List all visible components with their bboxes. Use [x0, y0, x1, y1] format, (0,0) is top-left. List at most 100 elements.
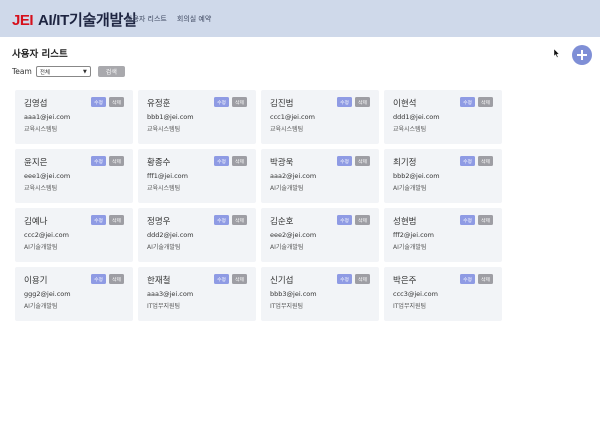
mouse-pointer-icon — [553, 43, 560, 62]
user-email: ccc2@jei.com — [24, 231, 69, 239]
user-team: IT업무지원팀 — [147, 303, 181, 310]
top-navbar: JEI AI/IT기술개발실 사용자 리스트 회의실 예약 — [0, 0, 600, 37]
card-actions: 수정 삭제 — [460, 215, 493, 225]
user-team: AI기술개발팀 — [270, 185, 304, 192]
edit-button[interactable]: 수정 — [460, 215, 475, 225]
user-email: bbb3@jei.com — [270, 290, 317, 298]
user-team: IT업무지원팀 — [393, 303, 427, 310]
user-email: aaa2@jei.com — [270, 172, 317, 180]
card-actions: 수정 삭제 — [91, 215, 124, 225]
delete-button[interactable]: 삭제 — [232, 215, 247, 225]
delete-button[interactable]: 삭제 — [109, 274, 124, 284]
user-team: AI기술개발팀 — [24, 303, 58, 310]
user-email: aaa3@jei.com — [147, 290, 194, 298]
edit-button[interactable]: 수정 — [214, 97, 229, 107]
brand-title: AI/IT기술개발실 — [38, 12, 137, 29]
delete-button[interactable]: 삭제 — [355, 156, 370, 166]
user-card: 정명우 ddd2@jei.com AI기술개발팀 수정 삭제 — [138, 208, 256, 262]
edit-button[interactable]: 수정 — [91, 97, 106, 107]
team-filter-label: Team — [12, 67, 32, 76]
main-nav: 사용자 리스트 회의실 예약 — [126, 14, 211, 24]
user-team: 교육시스템팀 — [24, 126, 58, 133]
delete-button[interactable]: 삭제 — [109, 97, 124, 107]
user-email: ccc3@jei.com — [393, 290, 438, 298]
card-actions: 수정 삭제 — [214, 274, 247, 284]
user-email: aaa1@jei.com — [24, 113, 71, 121]
delete-button[interactable]: 삭제 — [355, 274, 370, 284]
user-team: 교육시스템팀 — [147, 185, 181, 192]
edit-button[interactable]: 수정 — [460, 156, 475, 166]
user-card-grid: 김영섭 aaa1@jei.com 교육시스템팀 수정 삭제 유정훈 bbb1@j… — [15, 90, 502, 321]
page-title: 사용자 리스트 — [12, 49, 68, 60]
card-actions: 수정 삭제 — [337, 97, 370, 107]
user-team: AI기술개발팀 — [393, 185, 427, 192]
delete-button[interactable]: 삭제 — [232, 156, 247, 166]
edit-button[interactable]: 수정 — [91, 274, 106, 284]
delete-button[interactable]: 삭제 — [232, 97, 247, 107]
card-actions: 수정 삭제 — [91, 97, 124, 107]
chevron-down-icon: ▼ — [82, 68, 87, 75]
user-team: AI기술개발팀 — [24, 244, 58, 251]
card-actions: 수정 삭제 — [91, 274, 124, 284]
user-card: 유정훈 bbb1@jei.com 교육시스템팀 수정 삭제 — [138, 90, 256, 144]
team-select-value: 전체 — [39, 69, 50, 76]
user-card: 박광욱 aaa2@jei.com AI기술개발팀 수정 삭제 — [261, 149, 379, 203]
nav-link-meeting-room[interactable]: 회의실 예약 — [177, 14, 211, 24]
delete-button[interactable]: 삭제 — [478, 97, 493, 107]
edit-button[interactable]: 수정 — [91, 156, 106, 166]
user-card: 황종수 fff1@jei.com 교육시스템팀 수정 삭제 — [138, 149, 256, 203]
team-select[interactable]: 전체 ▼ — [35, 66, 91, 77]
user-email: ggg2@jei.com — [24, 290, 71, 298]
user-card: 김영섭 aaa1@jei.com 교육시스템팀 수정 삭제 — [15, 90, 133, 144]
nav-link-user-list[interactable]: 사용자 리스트 — [126, 14, 167, 24]
delete-button[interactable]: 삭제 — [478, 274, 493, 284]
user-team: 교육시스템팀 — [270, 126, 304, 133]
delete-button[interactable]: 삭제 — [478, 156, 493, 166]
user-card: 김순호 eee2@jei.com AI기술개발팀 수정 삭제 — [261, 208, 379, 262]
user-team: AI기술개발팀 — [393, 244, 427, 251]
user-card: 최기정 bbb2@jei.com AI기술개발팀 수정 삭제 — [384, 149, 502, 203]
delete-button[interactable]: 삭제 — [355, 97, 370, 107]
user-team: AI기술개발팀 — [270, 244, 304, 251]
edit-button[interactable]: 수정 — [214, 156, 229, 166]
card-actions: 수정 삭제 — [91, 156, 124, 166]
user-email: fff1@jei.com — [147, 172, 188, 180]
card-actions: 수정 삭제 — [460, 156, 493, 166]
user-card: 김예나 ccc2@jei.com AI기술개발팀 수정 삭제 — [15, 208, 133, 262]
edit-button[interactable]: 수정 — [337, 97, 352, 107]
user-team: 교육시스템팀 — [147, 126, 181, 133]
user-card: 김진범 ccc1@jei.com 교육시스템팀 수정 삭제 — [261, 90, 379, 144]
edit-button[interactable]: 수정 — [337, 215, 352, 225]
plus-icon — [577, 50, 587, 60]
edit-button[interactable]: 수정 — [91, 215, 106, 225]
delete-button[interactable]: 삭제 — [232, 274, 247, 284]
user-card: 이현석 ddd1@jei.com 교육시스템팀 수정 삭제 — [384, 90, 502, 144]
add-user-button[interactable] — [572, 45, 592, 65]
search-button[interactable]: 검색 — [97, 66, 125, 77]
brand-logo: JEI — [12, 12, 34, 29]
user-email: bbb1@jei.com — [147, 113, 194, 121]
edit-button[interactable]: 수정 — [337, 274, 352, 284]
card-actions: 수정 삭제 — [337, 215, 370, 225]
edit-button[interactable]: 수정 — [214, 274, 229, 284]
delete-button[interactable]: 삭제 — [109, 156, 124, 166]
user-email: ccc1@jei.com — [270, 113, 315, 121]
delete-button[interactable]: 삭제 — [478, 215, 493, 225]
user-team: IT업무지원팀 — [270, 303, 304, 310]
user-card: 박은주 ccc3@jei.com IT업무지원팀 수정 삭제 — [384, 267, 502, 321]
user-card: 윤지은 eee1@jei.com 교육시스템팀 수정 삭제 — [15, 149, 133, 203]
user-email: eee1@jei.com — [24, 172, 71, 180]
edit-button[interactable]: 수정 — [460, 274, 475, 284]
card-actions: 수정 삭제 — [460, 97, 493, 107]
edit-button[interactable]: 수정 — [337, 156, 352, 166]
delete-button[interactable]: 삭제 — [109, 215, 124, 225]
brand[interactable]: JEI AI/IT기술개발실 — [12, 9, 137, 30]
delete-button[interactable]: 삭제 — [355, 215, 370, 225]
card-actions: 수정 삭제 — [337, 156, 370, 166]
edit-button[interactable]: 수정 — [214, 215, 229, 225]
user-email: ddd2@jei.com — [147, 231, 194, 239]
card-actions: 수정 삭제 — [337, 274, 370, 284]
user-card: 성현범 fff2@jei.com AI기술개발팀 수정 삭제 — [384, 208, 502, 262]
user-team: AI기술개발팀 — [147, 244, 181, 251]
edit-button[interactable]: 수정 — [460, 97, 475, 107]
